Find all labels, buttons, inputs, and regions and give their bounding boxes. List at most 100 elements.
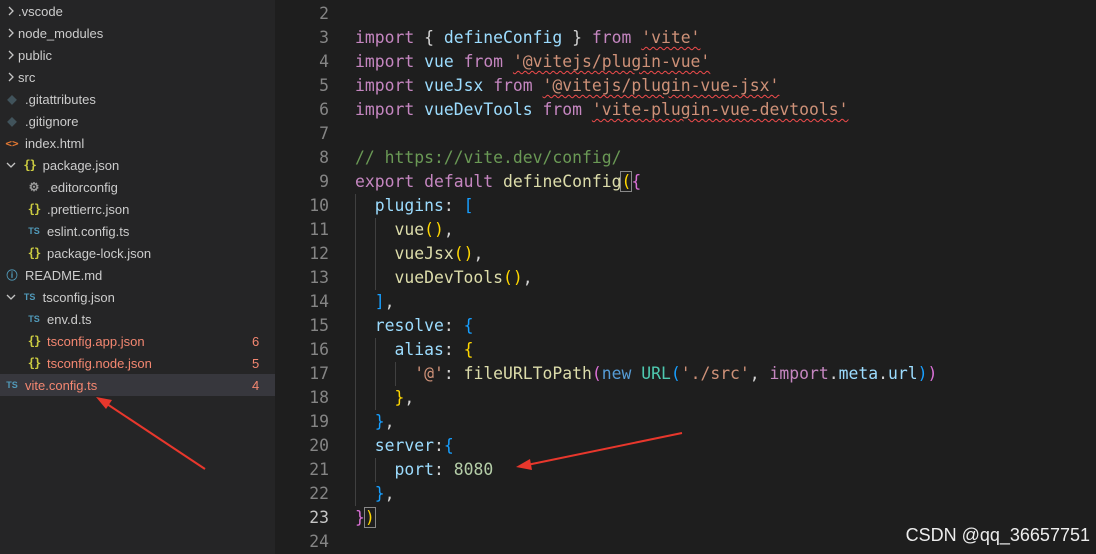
line-number: 20 bbox=[309, 436, 329, 455]
code-line[interactable]: 12 vueJsx(), bbox=[275, 242, 1096, 266]
code-line[interactable]: 9 export default defineConfig({ bbox=[275, 170, 1096, 194]
tree-item-prettierrc-json[interactable]: {} .prettierrc.json bbox=[0, 198, 275, 220]
tree-item-label: vite.config.ts bbox=[25, 377, 98, 393]
chevron-down-icon[interactable] bbox=[4, 160, 18, 170]
code-token: new bbox=[601, 364, 632, 383]
code-token: , bbox=[443, 220, 454, 239]
code-token: : bbox=[433, 460, 454, 479]
code-token: import bbox=[355, 52, 415, 71]
tree-item-tsconfig-json[interactable]: TS tsconfig.json bbox=[0, 286, 275, 308]
code-editor[interactable]: 2 3 import { defineConfig } from 'vite' 4 im… bbox=[275, 0, 1096, 554]
code-line[interactable]: 3 import { defineConfig } from 'vite' bbox=[275, 26, 1096, 50]
line-number: 8 bbox=[319, 148, 329, 167]
code-line[interactable]: 20 server:{ bbox=[275, 434, 1096, 458]
code-line[interactable]: 6 import vueDevTools from 'vite-plugin-vu… bbox=[275, 98, 1096, 122]
tree-item-node-modules[interactable]: node_modules bbox=[0, 22, 275, 44]
chevron-right-icon[interactable] bbox=[4, 6, 18, 16]
code-token: } bbox=[374, 412, 385, 431]
code-text: port: 8080 bbox=[355, 458, 493, 482]
line-number: 19 bbox=[309, 412, 329, 431]
line-number: 16 bbox=[309, 340, 329, 359]
code-token: , bbox=[384, 484, 395, 503]
code-token: server bbox=[374, 436, 434, 455]
code-token: alias bbox=[394, 340, 444, 359]
code-line[interactable]: 17 '@': fileURLToPath(new URL('./src', i… bbox=[275, 362, 1096, 386]
code-token: . bbox=[878, 364, 888, 383]
code-token: resolve bbox=[374, 316, 444, 335]
code-line[interactable]: 22 }, bbox=[275, 482, 1096, 506]
tree-item-vscode[interactable]: .vscode bbox=[0, 0, 275, 22]
line-number: 18 bbox=[309, 388, 329, 407]
tree-item-package-json[interactable]: {} package.json bbox=[0, 154, 275, 176]
code-line[interactable]: 14 ], bbox=[275, 290, 1096, 314]
code-text: }, bbox=[355, 386, 414, 410]
code-token: ( bbox=[620, 171, 633, 192]
git-icon: ◆ bbox=[7, 92, 17, 106]
chevron-down-icon[interactable] bbox=[4, 292, 18, 302]
tree-item-public[interactable]: public bbox=[0, 44, 275, 66]
code-line[interactable]: 19 }, bbox=[275, 410, 1096, 434]
code-token: . bbox=[828, 364, 839, 383]
tree-item-gitattributes[interactable]: ◆ .gitattributes bbox=[0, 88, 275, 110]
code-token: ( bbox=[670, 364, 681, 383]
chevron-right-icon[interactable] bbox=[4, 72, 18, 82]
code-token: , bbox=[473, 244, 484, 263]
code-line[interactable]: 8 // https://vite.dev/config/ bbox=[275, 146, 1096, 170]
code-line[interactable]: 18 }, bbox=[275, 386, 1096, 410]
code-text: alias: { bbox=[355, 338, 473, 362]
json-icon: {} bbox=[23, 158, 36, 172]
code-line[interactable]: 13 vueDevTools(), bbox=[275, 266, 1096, 290]
tree-item-vite-config-ts[interactable]: TS vite.config.ts 4 bbox=[0, 374, 275, 396]
code-line[interactable]: 10 plugins: [ bbox=[275, 194, 1096, 218]
tree-item-gitignore[interactable]: ◆ .gitignore bbox=[0, 110, 275, 132]
code-token: } bbox=[355, 508, 365, 527]
tree-item-index-html[interactable]: <> index.html bbox=[0, 132, 275, 154]
code-text: vueJsx(), bbox=[355, 242, 483, 266]
tree-item-src[interactable]: src bbox=[0, 66, 275, 88]
code-line[interactable]: 11 vue(), bbox=[275, 218, 1096, 242]
tree-item-env-d-ts[interactable]: TS env.d.ts bbox=[0, 308, 275, 330]
code-token: '@vitejs/plugin-vue-jsx' bbox=[542, 76, 780, 95]
tree-item-package-lock-json[interactable]: {} package-lock.json bbox=[0, 242, 275, 264]
tree-item-eslint-config-ts[interactable]: TS eslint.config.ts bbox=[0, 220, 275, 242]
code-line[interactable]: 2 bbox=[275, 2, 1096, 26]
chevron-right-icon[interactable] bbox=[4, 50, 18, 60]
code-token: import bbox=[769, 364, 829, 383]
code-text: import vueDevTools from 'vite-plugin-vue… bbox=[355, 98, 848, 122]
code-line[interactable]: 4 import vue from '@vitejs/plugin-vue' bbox=[275, 50, 1096, 74]
code-token: { bbox=[631, 172, 642, 191]
line-number: 15 bbox=[309, 316, 329, 335]
tree-item-editorconfig[interactable]: ⚙ .editorconfig bbox=[0, 176, 275, 198]
code-token: './src' bbox=[680, 364, 750, 383]
code-line[interactable]: 5 import vueJsx from '@vitejs/plugin-vue-… bbox=[275, 74, 1096, 98]
problem-count-badge: 4 bbox=[252, 377, 260, 393]
tree-item-label: README.md bbox=[25, 267, 103, 283]
line-number: 2 bbox=[319, 4, 329, 23]
ts-icon: TS bbox=[28, 226, 40, 236]
code-line[interactable]: 21 port: 8080 bbox=[275, 458, 1096, 482]
tree-item-tsconfig-node-json[interactable]: {} tsconfig.node.json 5 bbox=[0, 352, 275, 374]
line-number: 9 bbox=[319, 172, 329, 191]
code-token: ) bbox=[363, 507, 376, 528]
chevron-right-icon[interactable] bbox=[4, 28, 18, 38]
code-token: import bbox=[355, 28, 415, 47]
code-text: import vueJsx from '@vitejs/plugin-vue-j… bbox=[355, 74, 779, 98]
code-line[interactable]: 16 alias: { bbox=[275, 338, 1096, 362]
code-token: vueDevTools bbox=[394, 268, 504, 287]
code-token: import bbox=[355, 76, 415, 95]
problem-count-badge: 6 bbox=[252, 333, 260, 349]
code-text: }, bbox=[355, 410, 395, 434]
code-token: { bbox=[414, 28, 444, 47]
code-line[interactable]: 15 resolve: { bbox=[275, 314, 1096, 338]
code-text: import { defineConfig } from 'vite' bbox=[355, 26, 700, 50]
code-line[interactable]: 7 bbox=[275, 122, 1096, 146]
code-token: url bbox=[888, 364, 918, 383]
tree-item-tsconfig-app-json[interactable]: {} tsconfig.app.json 6 bbox=[0, 330, 275, 352]
json-icon: {} bbox=[27, 334, 41, 348]
code-token: import bbox=[355, 100, 415, 119]
tree-item-readme-md[interactable]: ⓘ README.md bbox=[0, 264, 275, 286]
code-text: resolve: { bbox=[355, 314, 474, 338]
line-number: 10 bbox=[309, 196, 329, 215]
